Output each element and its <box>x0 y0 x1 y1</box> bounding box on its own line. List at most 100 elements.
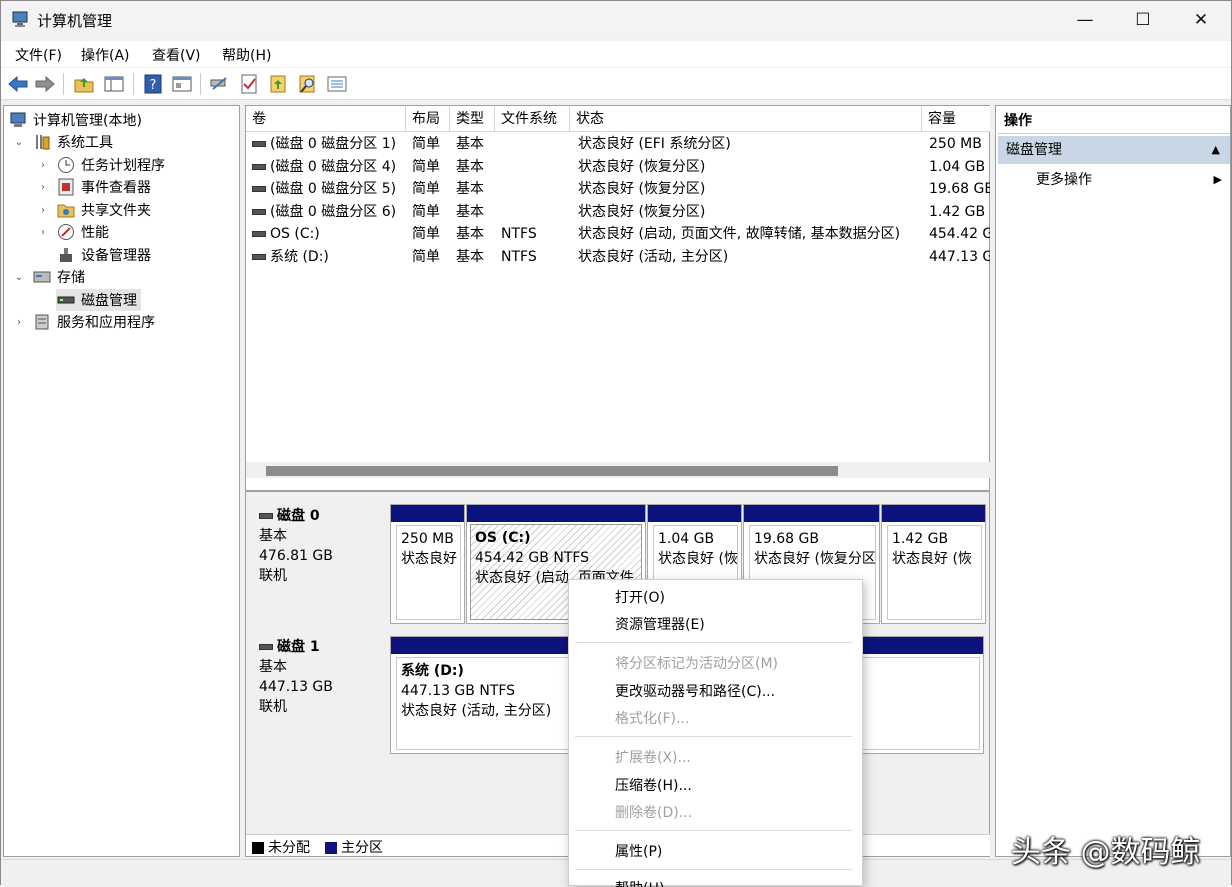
tree-item-disk-management[interactable]: 磁盘管理 <box>56 289 141 311</box>
tree-label: 服务和应用程序 <box>57 315 155 331</box>
disk-0-info[interactable]: 磁盘 0 基本 476.81 GB 联机 <box>247 498 387 624</box>
volume-list: 卷 布局 类型 文件系统 状态 容量 (磁盘 0 磁盘分区 1) 简单 基本 状… <box>245 105 990 491</box>
chevron-down-icon[interactable]: ⌄ <box>12 137 26 148</box>
table-row[interactable]: (磁盘 0 磁盘分区 4) 简单 基本 状态良好 (恢复分区) 1.04 GB <box>246 156 990 179</box>
column-header-volume[interactable]: 卷 <box>246 106 406 132</box>
collapse-up-icon[interactable]: ▲ <box>1212 136 1220 164</box>
toolbar-separator <box>133 73 134 95</box>
legend-swatch-primary <box>325 842 337 854</box>
checklist-icon[interactable] <box>238 73 260 95</box>
show-hide-tree-icon[interactable] <box>103 73 125 95</box>
menu-bar: 文件(F) 操作(A) 查看(V) 帮助(H) <box>1 41 1231 67</box>
tree-item-event-viewer[interactable]: › 事件查看器 <box>36 176 151 198</box>
disk-icon <box>259 513 273 519</box>
tools-icon <box>32 132 52 152</box>
tree-label: 计算机管理(本地) <box>33 113 142 129</box>
actions-section-disk-management[interactable]: 磁盘管理 ▲ <box>998 136 1230 164</box>
table-row[interactable]: (磁盘 0 磁盘分区 6) 简单 基本 状态良好 (恢复分区) 1.42 GB <box>246 201 990 224</box>
back-arrow-icon[interactable] <box>7 73 29 95</box>
tree-label: 存储 <box>57 270 85 286</box>
folder-up-icon[interactable] <box>73 73 95 95</box>
search-folder-icon[interactable] <box>297 73 319 95</box>
chevron-down-icon[interactable]: ⌄ <box>12 272 26 283</box>
performance-icon <box>56 222 76 242</box>
chevron-right-icon[interactable]: › <box>36 182 50 193</box>
actions-more[interactable]: 更多操作 ▶ <box>998 168 1230 192</box>
chevron-right-icon[interactable]: › <box>36 205 50 216</box>
partition-bar <box>744 505 879 522</box>
disk-1-info[interactable]: 磁盘 1 基本 447.13 GB 联机 <box>247 629 387 759</box>
clock-icon <box>56 155 76 175</box>
svg-text:?: ? <box>150 78 157 93</box>
folder-arrow-icon[interactable] <box>268 73 290 95</box>
menu-separator <box>575 869 852 870</box>
menu-item-properties[interactable]: 属性(P) <box>615 840 662 864</box>
forward-arrow-icon[interactable] <box>34 73 56 95</box>
scrollbar-thumb[interactable] <box>266 466 838 476</box>
tree-item-shared-folders[interactable]: › 共享文件夹 <box>36 199 151 221</box>
tree-item-system-tools[interactable]: ⌄ 系统工具 <box>12 131 113 153</box>
volume-list-header: 卷 布局 类型 文件系统 状态 容量 <box>246 106 990 132</box>
menu-help[interactable]: 帮助(H) <box>222 45 271 65</box>
properties-icon[interactable] <box>171 73 193 95</box>
navigation-tree: 计算机管理(本地) ⌄ 系统工具 › 任务计划程序 › 事件查看器 › 共享文件… <box>3 105 240 857</box>
menu-item-change-drive-letter[interactable]: 更改驱动器号和路径(C)... <box>615 680 775 704</box>
menu-item-open[interactable]: 打开(O) <box>615 586 665 610</box>
partition-bar <box>648 505 741 522</box>
tree-label: 设备管理器 <box>81 248 151 264</box>
chevron-right-icon[interactable]: › <box>36 227 50 238</box>
title-bar: 计算机管理 — ☐ ✕ <box>1 1 1231 39</box>
menu-action[interactable]: 操作(A) <box>81 45 130 65</box>
column-header-capacity[interactable]: 容量 <box>922 106 990 132</box>
disk-1-type: 基本 <box>259 659 287 675</box>
legend-unallocated: 未分配 <box>268 840 310 856</box>
column-header-type[interactable]: 类型 <box>450 106 495 132</box>
table-row[interactable]: (磁盘 0 磁盘分区 1) 简单 基本 状态良好 (EFI 系统分区) 250 … <box>246 133 990 156</box>
partition-disk0-1[interactable]: 250 MB 状态良好 <box>390 504 465 624</box>
table-row[interactable]: (磁盘 0 磁盘分区 5) 简单 基本 状态良好 (恢复分区) 19.68 GB <box>246 178 990 201</box>
disk-0-size: 476.81 GB <box>259 548 333 564</box>
column-header-layout[interactable]: 布局 <box>406 106 450 132</box>
tree-item-computer-management[interactable]: 计算机管理(本地) <box>8 109 142 131</box>
chevron-right-icon[interactable]: › <box>36 160 50 171</box>
menu-file[interactable]: 文件(F) <box>15 45 62 65</box>
list-view-icon[interactable] <box>326 73 348 95</box>
device-manager-icon <box>56 245 76 265</box>
connect-icon[interactable] <box>208 73 230 95</box>
disk-1-status: 联机 <box>259 699 287 715</box>
horizontal-scrollbar[interactable] <box>246 462 990 478</box>
menu-view[interactable]: 查看(V) <box>152 45 201 65</box>
computer-icon <box>8 110 28 130</box>
tree-label: 事件查看器 <box>81 180 151 196</box>
tree-item-device-manager[interactable]: 设备管理器 <box>56 244 151 266</box>
column-header-filesystem[interactable]: 文件系统 <box>495 106 570 132</box>
toolbar-separator <box>63 73 64 95</box>
chevron-right-icon[interactable]: › <box>12 317 26 328</box>
volume-icon <box>252 186 266 192</box>
actions-header: 操作 <box>998 108 1230 134</box>
tree-item-services-apps[interactable]: › 服务和应用程序 <box>12 311 155 333</box>
tree-item-task-scheduler[interactable]: › 任务计划程序 <box>36 154 165 176</box>
menu-item-delete-volume: 删除卷(D)... <box>615 805 693 821</box>
table-row[interactable]: 系统 (D:) 简单 基本 NTFS 状态良好 (活动, 主分区) 447.13… <box>246 246 990 269</box>
table-row[interactable]: OS (C:) 简单 基本 NTFS 状态良好 (启动, 页面文件, 故障转储,… <box>246 223 990 246</box>
partition-disk0-6[interactable]: 1.42 GB 状态良好 (恢 <box>881 504 986 624</box>
tree-item-storage[interactable]: ⌄ 存储 <box>12 266 85 288</box>
disk-0-status: 联机 <box>259 568 287 584</box>
menu-item-help[interactable]: 帮助(H) <box>615 877 664 887</box>
menu-separator <box>575 736 852 737</box>
tree-label: 共享文件夹 <box>81 203 151 219</box>
help-icon[interactable]: ? <box>142 73 164 95</box>
minimize-button[interactable]: — <box>1056 1 1114 39</box>
maximize-button[interactable]: ☐ <box>1114 1 1172 39</box>
computer-management-icon <box>12 11 28 27</box>
disk-icon <box>259 644 273 650</box>
menu-item-shrink-volume[interactable]: 压缩卷(H)... <box>615 774 692 798</box>
close-button[interactable]: ✕ <box>1172 1 1230 39</box>
context-menu: 打开(O) 资源管理器(E) 将分区标记为活动分区(M) 更改驱动器号和路径(C… <box>568 579 863 887</box>
disk-1-size: 447.13 GB <box>259 679 333 695</box>
legend-swatch-unallocated <box>252 842 264 854</box>
column-header-status[interactable]: 状态 <box>570 106 922 132</box>
tree-item-performance[interactable]: › 性能 <box>36 221 109 243</box>
menu-item-explore[interactable]: 资源管理器(E) <box>615 613 705 637</box>
